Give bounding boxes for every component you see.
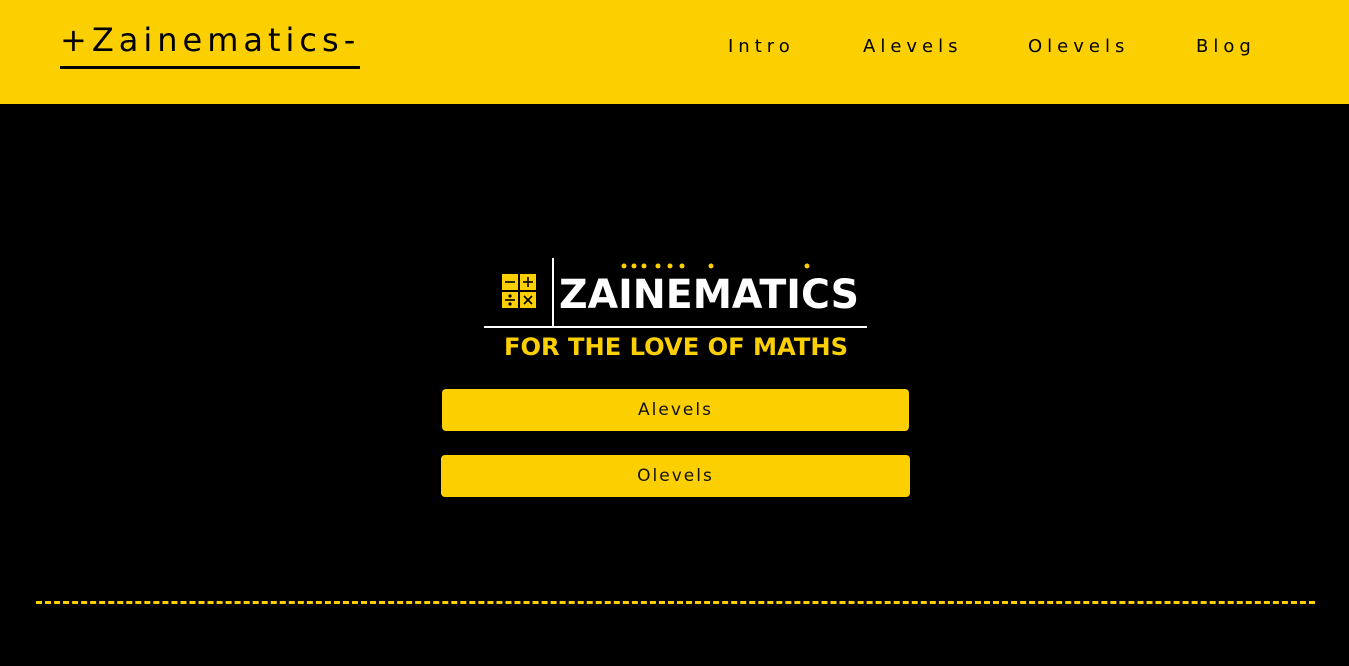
top-navbar: +Zainematics- Intro Alevels Olevels Blog: [0, 0, 1349, 104]
logo-wordmark: ZAINEMATICS: [559, 272, 859, 318]
alevels-button[interactable]: Alevels: [442, 389, 909, 431]
olevels-button[interactable]: Olevels: [441, 455, 910, 497]
hero-section: [0, 104, 1349, 666]
dashed-divider: [36, 601, 1315, 604]
nav-link-intro[interactable]: Intro: [728, 36, 795, 62]
nav-link-olevels[interactable]: Olevels: [1028, 36, 1129, 62]
logo-dots: [621, 263, 810, 269]
zainematics-logo: ZAINEMATICS FOR THE LOVE OF MATHS: [484, 258, 867, 360]
site-brand-link[interactable]: +Zainematics-: [60, 18, 361, 69]
nav-link-blog[interactable]: Blog: [1196, 36, 1256, 62]
logo-tagline: FOR THE LOVE OF MATHS: [504, 333, 848, 360]
nav-link-alevels[interactable]: Alevels: [863, 36, 963, 62]
calculator-icon: [502, 274, 536, 308]
